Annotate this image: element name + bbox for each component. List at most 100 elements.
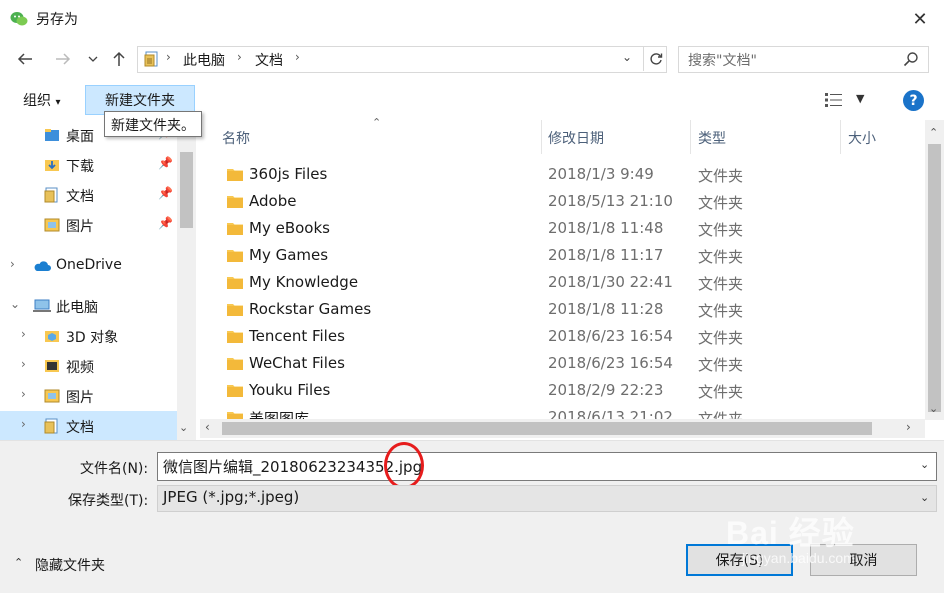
back-button[interactable]	[14, 48, 36, 70]
file-name: Rockstar Games	[249, 300, 372, 318]
nav-label: 图片	[66, 390, 94, 406]
file-row[interactable]: My Knowledge 2018/1/30 22:41 文件夹	[200, 270, 920, 297]
column-type[interactable]: 类型	[698, 128, 726, 148]
file-list-scroll-thumb[interactable]	[928, 144, 941, 412]
close-button[interactable]: ✕	[904, 6, 936, 32]
breadcrumb-documents[interactable]: 文档	[255, 50, 283, 70]
chevron-up-icon[interactable]: ⌃	[14, 556, 23, 569]
pictures-icon	[44, 389, 60, 403]
nav-scroll-thumb[interactable]	[180, 152, 193, 228]
nav-label: 视频	[66, 360, 94, 376]
file-row[interactable]: Adobe 2018/5/13 21:10 文件夹	[200, 189, 920, 216]
file-type: 文件夹	[698, 167, 744, 185]
up-button[interactable]	[108, 48, 130, 70]
folder-icon	[227, 277, 243, 289]
nav-item-videos[interactable]: › 视频	[0, 351, 177, 381]
scroll-down-icon[interactable]: ⌄	[179, 421, 188, 434]
filetype-value[interactable]: JPEG (*.jpg;*.jpeg)	[163, 488, 299, 506]
sort-ascending-icon: ⌃	[372, 116, 382, 129]
3d-objects-icon	[45, 331, 59, 342]
nav-item-onedrive[interactable]: › OneDrive	[0, 251, 177, 281]
download-folder-icon	[45, 160, 59, 171]
file-row[interactable]: My eBooks 2018/1/8 11:48 文件夹	[200, 216, 920, 243]
view-options-icon[interactable]	[824, 91, 844, 109]
filename-label: 文件名(N):	[80, 461, 149, 477]
organize-button[interactable]: 组织 ▾	[15, 86, 68, 114]
chevron-right-icon[interactable]: ›	[21, 417, 26, 431]
file-type: 文件夹	[698, 383, 744, 401]
file-row[interactable]: My Games 2018/1/8 11:17 文件夹	[200, 243, 920, 270]
chevron-right-icon[interactable]: ›	[21, 357, 26, 371]
column-divider[interactable]	[690, 120, 691, 154]
wechat-icon	[10, 12, 28, 26]
folder-icon	[227, 385, 243, 397]
file-row[interactable]: WeChat Files 2018/6/23 16:54 文件夹	[200, 351, 920, 378]
search-placeholder: 搜索"文档"	[688, 53, 757, 69]
watermark: Bai 经验	[726, 515, 855, 551]
column-modified[interactable]: 修改日期	[548, 128, 604, 148]
search-icon	[903, 52, 918, 67]
file-type: 文件夹	[698, 302, 744, 320]
hide-folders-toggle[interactable]: 隐藏文件夹	[35, 555, 105, 575]
pin-icon: 📌	[158, 216, 173, 230]
file-date: 2018/1/8 11:28	[548, 300, 664, 318]
chevron-down-icon[interactable]: ⌄	[10, 297, 20, 311]
nav-item-3d-objects[interactable]: › 3D 对象	[0, 321, 177, 351]
horizontal-scroll-thumb[interactable]	[222, 422, 872, 435]
watermark-url: jingyan.baidu.com	[742, 550, 855, 566]
nav-item-this-pc[interactable]: ⌄ 此电脑	[0, 291, 177, 321]
nav-item-downloads[interactable]: 下载 📌	[0, 150, 177, 180]
forward-button[interactable]	[52, 48, 74, 70]
refresh-button[interactable]	[643, 47, 667, 71]
scroll-right-icon[interactable]: ›	[906, 420, 911, 434]
file-type: 文件夹	[698, 194, 744, 212]
scroll-left-icon[interactable]: ‹	[205, 420, 210, 434]
file-row[interactable]: Youku Files 2018/2/9 22:23 文件夹	[200, 378, 920, 405]
cloud-icon	[34, 261, 51, 271]
chevron-down-icon[interactable]: ⌄	[920, 458, 929, 471]
nav-item-documents-pc[interactable]: › 文档	[0, 411, 177, 440]
chevron-right-icon[interactable]: ›	[295, 50, 300, 64]
file-row[interactable]: Rockstar Games 2018/1/8 11:28 文件夹	[200, 297, 920, 324]
folder-icon	[227, 304, 243, 316]
help-button[interactable]: ?	[903, 90, 924, 111]
column-divider[interactable]	[541, 120, 542, 154]
scroll-up-icon[interactable]: ⌃	[929, 126, 938, 139]
column-divider[interactable]	[840, 120, 841, 154]
pictures-icon	[44, 218, 60, 232]
caret-down-icon[interactable]: ▼	[856, 92, 864, 105]
chevron-right-icon[interactable]: ›	[21, 327, 26, 341]
navigation-pane: 桌面 📌 下载 📌 文档 📌 图片 📌 › OneDrive ⌄ 此电脑 › 3…	[0, 120, 196, 440]
documents-icon	[44, 418, 58, 434]
file-row[interactable]: 360js Files 2018/1/3 9:49 文件夹	[200, 162, 920, 189]
nav-label: 此电脑	[56, 300, 98, 316]
chevron-down-icon[interactable]: ⌄	[920, 491, 929, 504]
file-type: 文件夹	[698, 221, 744, 239]
file-date: 2018/1/8 11:48	[548, 219, 664, 237]
nav-item-pictures[interactable]: 图片 📌	[0, 210, 177, 240]
nav-item-pictures-pc[interactable]: › 图片	[0, 381, 177, 411]
computer-icon	[33, 299, 51, 312]
file-name: Tencent Files	[249, 327, 345, 345]
arrow-right-icon	[56, 53, 71, 65]
close-icon: ✕	[912, 8, 928, 30]
organize-label: 组织	[23, 93, 51, 109]
file-type: 文件夹	[698, 329, 744, 347]
chevron-right-icon[interactable]: ›	[237, 50, 242, 64]
folder-icon	[227, 358, 243, 370]
nav-item-documents[interactable]: 文档 📌	[0, 180, 177, 210]
refresh-icon	[649, 53, 662, 65]
column-size[interactable]: 大小	[848, 128, 876, 148]
folder-icon	[227, 196, 243, 208]
file-name: My eBooks	[249, 219, 330, 237]
pin-icon: 📌	[158, 156, 173, 170]
recent-locations-button[interactable]	[84, 48, 102, 70]
file-row[interactable]: Tencent Files 2018/6/23 16:54 文件夹	[200, 324, 920, 351]
chevron-right-icon[interactable]: ›	[21, 387, 26, 401]
chevron-right-icon[interactable]: ›	[10, 257, 15, 271]
highlight-circle	[384, 442, 424, 489]
breadcrumb-this-pc[interactable]: 此电脑	[183, 50, 225, 70]
address-history-dropdown[interactable]: ⌄	[622, 50, 632, 64]
column-name[interactable]: 名称	[222, 128, 250, 148]
scroll-down-icon[interactable]: ⌄	[929, 402, 938, 415]
